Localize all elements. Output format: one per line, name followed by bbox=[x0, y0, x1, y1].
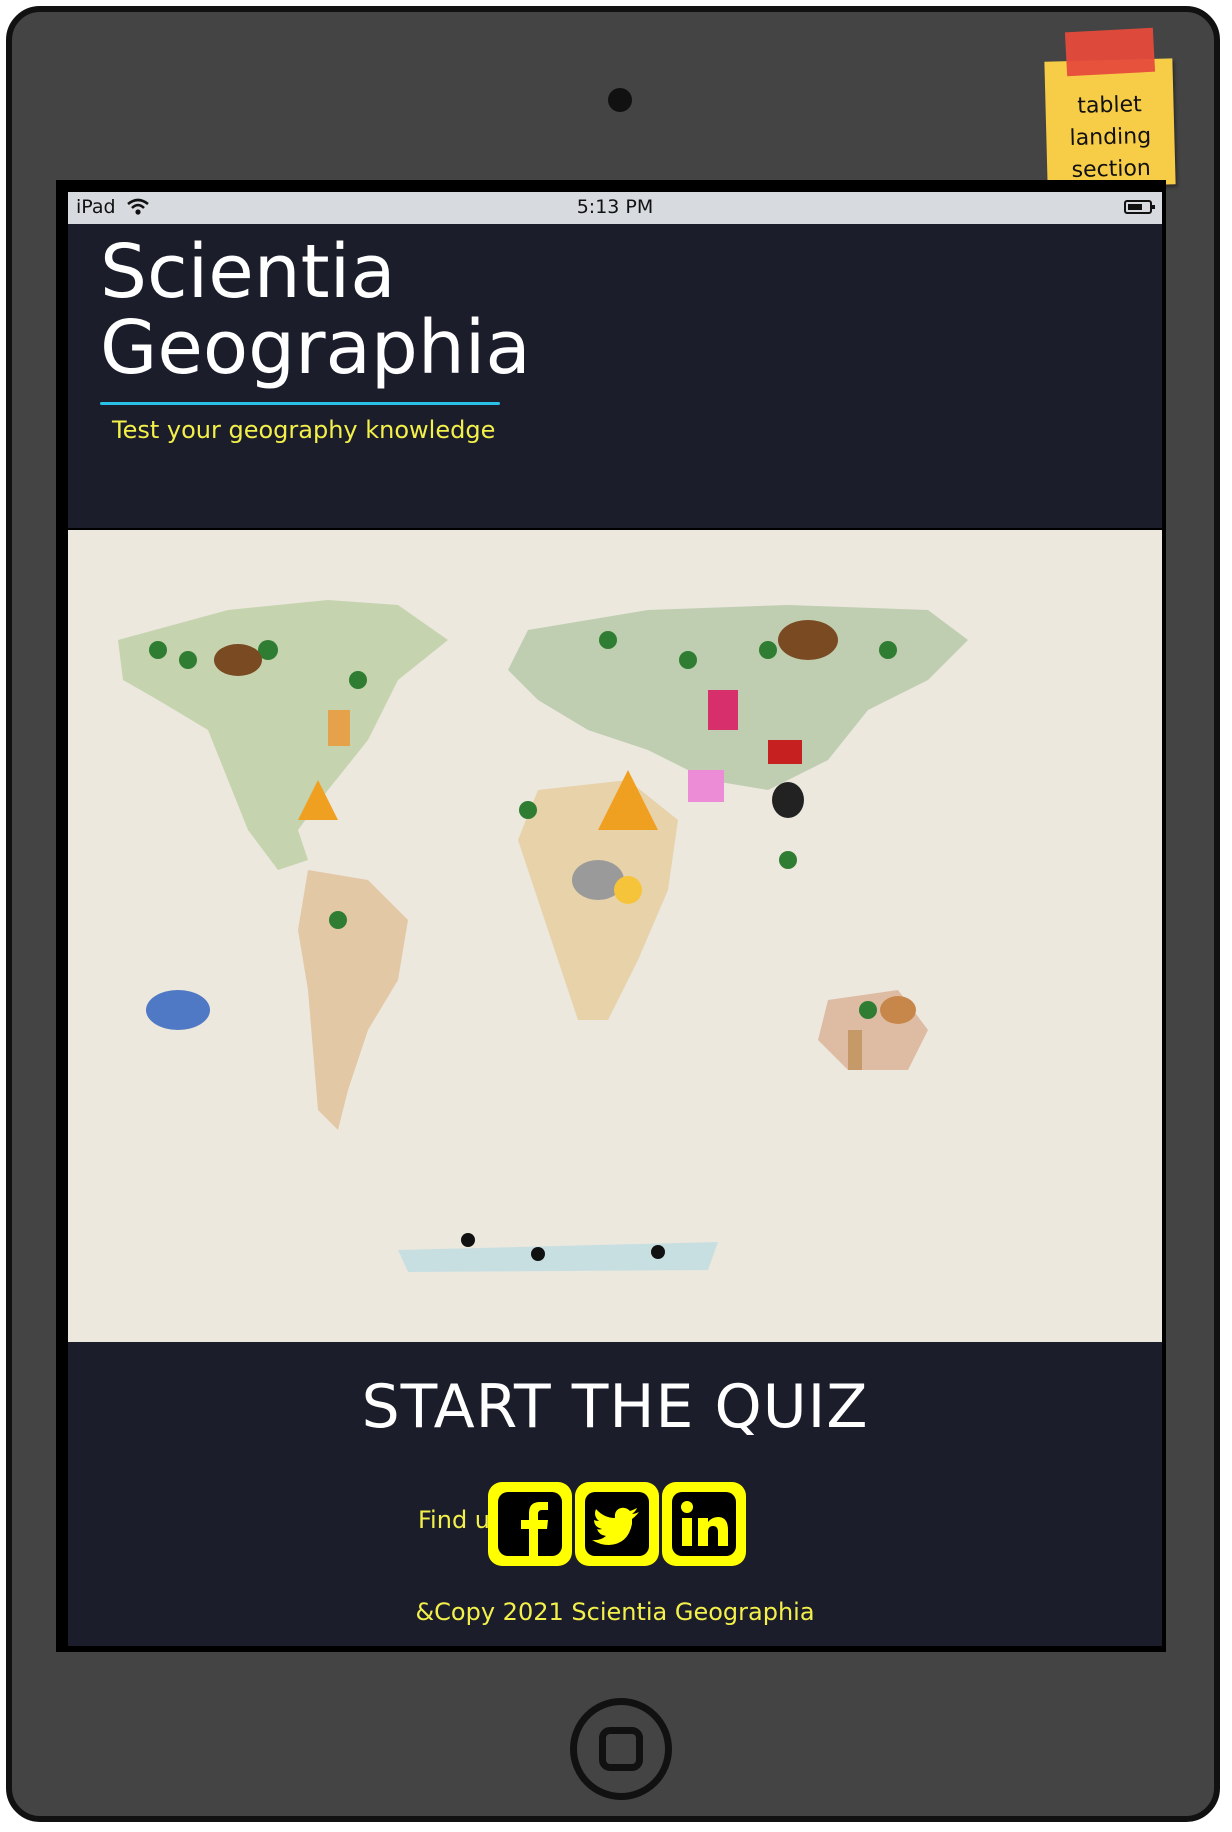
linkedin-link[interactable] bbox=[662, 1482, 746, 1566]
tablet-screen: iPad 5:13 PM Scientia Geographia Test yo… bbox=[56, 180, 1166, 1652]
twitter-icon bbox=[585, 1492, 649, 1556]
south-america-shape bbox=[298, 870, 408, 1130]
site-subtitle: Test your geography knowledge bbox=[112, 416, 496, 444]
world-map-image bbox=[68, 530, 1162, 1342]
home-button-square-icon bbox=[599, 1727, 643, 1771]
start-quiz-button[interactable]: START THE QUIZ bbox=[68, 1372, 1162, 1442]
home-button[interactable] bbox=[570, 1698, 672, 1800]
title-underline bbox=[100, 402, 500, 405]
site-title-line1: Scientia bbox=[100, 229, 396, 315]
copyright-text: &Copy 2021 Scientia Geographia bbox=[415, 1598, 815, 1626]
sticky-tape bbox=[1064, 27, 1156, 77]
facebook-icon bbox=[498, 1492, 562, 1556]
battery-icon bbox=[1124, 200, 1155, 214]
world-map-illustration bbox=[118, 600, 968, 1272]
site-header: Scientia Geographia Test your geography … bbox=[68, 224, 1162, 528]
sticky-note-line: tablet bbox=[1077, 92, 1143, 119]
status-time: 5:13 PM bbox=[576, 196, 654, 218]
camera-icon bbox=[608, 88, 632, 112]
linkedin-icon bbox=[672, 1492, 736, 1556]
twitter-link[interactable] bbox=[575, 1482, 659, 1566]
status-bar: iPad 5:13 PM bbox=[68, 192, 1162, 224]
north-america-shape bbox=[118, 600, 448, 870]
site-footer: START THE QUIZ Find us on &Copy 2021 Sci… bbox=[68, 1342, 1162, 1646]
site-title: Scientia Geographia bbox=[100, 234, 531, 386]
site-title-line2: Geographia bbox=[100, 305, 531, 391]
sticky-note-line: landing bbox=[1069, 123, 1152, 152]
sticky-note: tablet landing section bbox=[1044, 58, 1176, 188]
facebook-link[interactable] bbox=[488, 1482, 572, 1566]
antarctica-shape bbox=[398, 1242, 718, 1272]
